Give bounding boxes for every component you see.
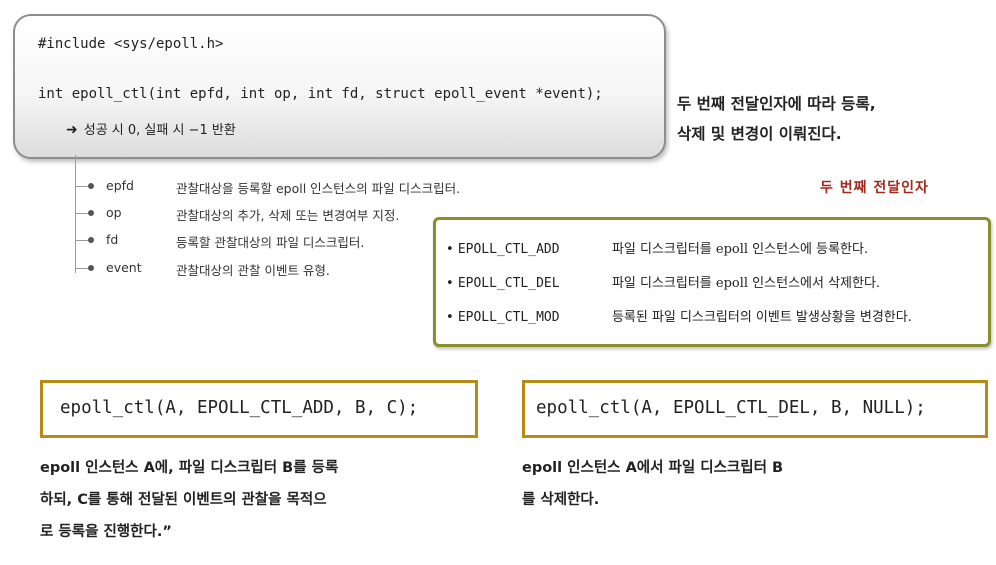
return-value-line: ➜ 성공 시 0, 실패 시 −1 반환 <box>66 119 236 138</box>
second-arg-label: 두 번째 전달인자 <box>820 180 929 196</box>
op-note-line-2: 삭제 및 변경이 이뤄진다. <box>677 125 842 143</box>
example-del-line-1: epoll 인스턴스 A에서 파일 디스크립터 B <box>522 460 784 476</box>
param-bullet-icon <box>88 265 94 271</box>
param-branch <box>75 240 89 241</box>
constant-desc: 파일 디스크립터를 epoll 인스턴스에 등록한다. <box>611 242 869 257</box>
param-name-fd: fd <box>106 232 119 247</box>
param-desc-op: 관찰대상의 추가, 삭제 또는 변경여부 지정. <box>176 208 400 223</box>
constant-desc: 등록된 파일 디스크립터의 이벤트 발생상황을 변경한다. <box>611 310 912 325</box>
arrow-right-icon: ➜ <box>66 122 78 138</box>
example-add-line-1: epoll 인스턴스 A에, 파일 디스크립터 B를 등록 <box>40 460 339 476</box>
return-text: 성공 시 0, 실패 시 −1 반환 <box>83 123 236 138</box>
constant-name: EPOLL_CTL_MOD <box>457 310 560 325</box>
constant-row: • EPOLL_CTL_DEL 파일 디스크립터를 epoll 인스턴스에서 삭… <box>446 272 880 291</box>
param-branch <box>75 268 89 269</box>
param-name-epfd: epfd <box>106 178 134 193</box>
param-branch <box>75 186 89 187</box>
constant-row: • EPOLL_CTL_MOD 등록된 파일 디스크립터의 이벤트 발생상황을 … <box>446 306 912 325</box>
bullet-icon: • <box>446 276 454 291</box>
param-name-op: op <box>106 205 122 220</box>
include-line: #include <sys/epoll.h> <box>38 36 224 52</box>
op-note-line-1: 두 번째 전달인자에 따라 등록, <box>677 95 876 113</box>
param-name-event: event <box>106 260 142 275</box>
constant-row: • EPOLL_CTL_ADD 파일 디스크립터를 epoll 인스턴스에 등록… <box>446 238 868 257</box>
prototype-line: int epoll_ctl(int epfd, int op, int fd, … <box>38 86 603 102</box>
param-desc-epfd: 관찰대상을 등록할 epoll 인스턴스의 파일 디스크립터. <box>176 181 461 196</box>
constant-desc: 파일 디스크립터를 epoll 인스턴스에서 삭제한다. <box>611 276 881 291</box>
bullet-icon: • <box>446 242 454 257</box>
param-desc-event: 관찰대상의 관찰 이벤트 유형. <box>176 263 330 278</box>
param-desc-fd: 등록할 관찰대상의 파일 디스크립터. <box>176 235 365 250</box>
constant-name: EPOLL_CTL_ADD <box>457 242 560 257</box>
param-bullet-icon <box>88 210 94 216</box>
constant-name: EPOLL_CTL_DEL <box>457 276 560 291</box>
example-add-line-3: 로 등록을 진행한다.” <box>40 524 172 540</box>
example-del-line-2: 를 삭제한다. <box>522 492 600 508</box>
op-note: 두 번째 전달인자에 따라 등록, 삭제 및 변경이 이뤄진다. <box>677 89 876 149</box>
bullet-icon: • <box>446 310 454 325</box>
param-tree-line <box>75 155 76 273</box>
param-bullet-icon <box>88 183 94 189</box>
example-add-line-2: 하되, C를 통해 전달된 이벤트의 관찰을 목적으 <box>40 492 327 508</box>
param-branch <box>75 213 89 214</box>
param-bullet-icon <box>88 237 94 243</box>
example-add-explanation: epoll 인스턴스 A에, 파일 디스크립터 B를 등록 하되, C를 통해 … <box>40 452 338 548</box>
example-add-code: epoll_ctl(A, EPOLL_CTL_ADD, B, C); <box>60 398 419 418</box>
example-del-explanation: epoll 인스턴스 A에서 파일 디스크립터 B 를 삭제한다. <box>522 452 783 516</box>
example-del-code: epoll_ctl(A, EPOLL_CTL_DEL, B, NULL); <box>536 398 926 418</box>
